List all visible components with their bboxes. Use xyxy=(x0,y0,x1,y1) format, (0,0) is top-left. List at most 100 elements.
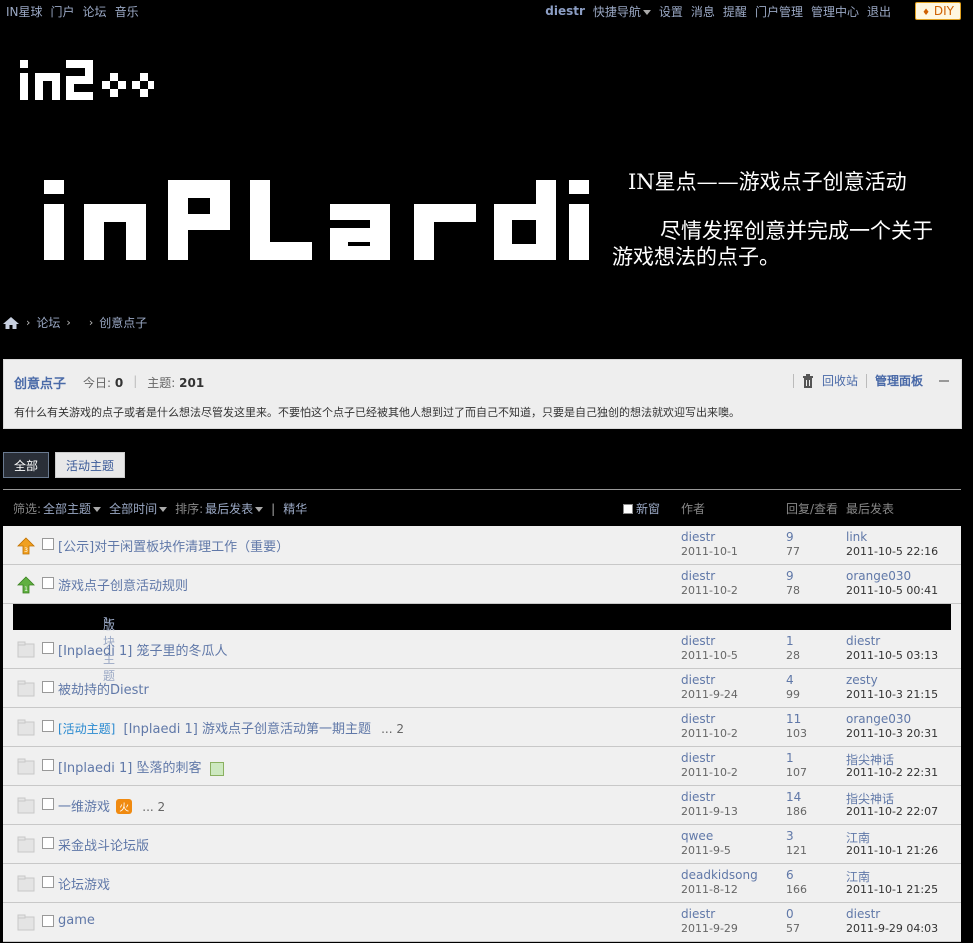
thread-author[interactable]: diestr xyxy=(681,569,715,583)
thread-title[interactable]: 论坛游戏 xyxy=(58,874,110,893)
folder-icon xyxy=(17,914,35,931)
checkbox[interactable] xyxy=(623,503,633,514)
new-window-toggle[interactable]: 新窗 xyxy=(623,500,660,517)
thread-pages[interactable]: ... 2 xyxy=(381,722,404,736)
thread-replies[interactable]: 9 xyxy=(786,569,794,583)
thread-author[interactable]: diestr xyxy=(681,712,715,726)
site-logo-small[interactable] xyxy=(20,60,155,102)
portal-admin-link[interactable]: 门户管理 xyxy=(755,3,803,20)
reminders-link[interactable]: 提醒 xyxy=(723,3,747,20)
thread-checkbox[interactable] xyxy=(42,681,54,693)
thread-checkbox[interactable] xyxy=(42,538,54,550)
last-post-user[interactable]: zesty xyxy=(846,673,878,687)
thread-title[interactable]: [公示]对于闲置板块作清理工作（重要） xyxy=(58,536,289,555)
thread-title[interactable]: [Inplaedi 1] 笼子里的冬瓜人 xyxy=(58,640,227,659)
thread-author[interactable]: diestr xyxy=(681,907,715,921)
thread-title[interactable]: 采金战斗论坛版 xyxy=(58,835,149,854)
last-post-date[interactable]: 2011-10-5 22:16 xyxy=(846,545,938,558)
table-row: 一维游戏 火 ... 2 diestr 2011-9-13 14 186 指尖神… xyxy=(3,786,961,825)
thread-replies[interactable]: 3 xyxy=(786,829,794,843)
thread-date: 2011-9-24 xyxy=(681,688,738,701)
thread-date: 2011-10-1 xyxy=(681,545,738,558)
collapse-icon[interactable] xyxy=(939,379,949,382)
thread-author[interactable]: deadkidsong xyxy=(681,868,758,882)
logout-link[interactable]: 退出 xyxy=(867,3,891,20)
last-post-date[interactable]: 2011-10-1 21:25 xyxy=(846,883,938,896)
tab-all[interactable]: 全部 xyxy=(3,452,50,478)
folder-icon xyxy=(17,758,35,775)
last-post-user[interactable]: diestr xyxy=(846,907,880,921)
last-post-user[interactable]: diestr xyxy=(846,634,880,648)
thread-author[interactable]: diestr xyxy=(681,751,715,765)
thread-views: 186 xyxy=(786,805,807,818)
digest-filter[interactable]: 精华 xyxy=(283,500,307,517)
breadcrumb-forum[interactable]: 论坛 xyxy=(36,314,60,331)
thread-author[interactable]: qwee xyxy=(681,829,713,843)
banner-description: 尽情发挥创意并完成一个关于游戏想法的点子。 xyxy=(612,219,933,269)
home-icon[interactable] xyxy=(2,316,20,330)
settings-link[interactable]: 设置 xyxy=(659,3,683,20)
thread-checkbox[interactable] xyxy=(42,577,54,589)
thread-title[interactable]: 被劫持的Diestr xyxy=(58,679,149,698)
last-post-user[interactable]: orange030 xyxy=(846,569,911,583)
admin-panel-link[interactable]: 管理面板 xyxy=(875,372,923,389)
thread-author[interactable]: diestr xyxy=(681,530,715,544)
thread-type-tag[interactable]: [活动主题] xyxy=(58,722,115,736)
thread-replies[interactable]: 9 xyxy=(786,530,794,544)
thread-replies[interactable]: 6 xyxy=(786,868,794,882)
hot-icon: 火 xyxy=(116,799,133,814)
thread-title[interactable]: game xyxy=(58,913,95,928)
diy-button[interactable]: ♦ DIY xyxy=(914,2,961,20)
thread-pages[interactable]: ... 2 xyxy=(142,800,165,814)
thread-title[interactable]: [Inplaedi 1] 坠落的刺客 xyxy=(58,761,201,776)
thread-replies[interactable]: 0 xyxy=(786,907,794,921)
filter-topics-dropdown[interactable]: 全部主题 xyxy=(43,500,102,517)
thread-checkbox[interactable] xyxy=(42,759,54,771)
filter-time-dropdown[interactable]: 全部时间 xyxy=(109,500,168,517)
thread-title[interactable]: [Inplaedi 1] 游戏点子创意活动第一期主题 xyxy=(124,722,371,737)
sort-label: 排序: xyxy=(175,502,204,516)
user-link[interactable]: diestr xyxy=(545,4,585,18)
thread-checkbox[interactable] xyxy=(42,798,54,810)
messages-link[interactable]: 消息 xyxy=(691,3,715,20)
last-post-date[interactable]: 2011-10-3 21:15 xyxy=(846,688,938,701)
thread-author[interactable]: diestr xyxy=(681,790,715,804)
thread-checkbox[interactable] xyxy=(42,642,54,654)
last-post-date[interactable]: 2011-9-29 04:03 xyxy=(846,922,938,935)
thread-replies[interactable]: 4 xyxy=(786,673,794,687)
thread-replies[interactable]: 1 xyxy=(786,634,794,648)
last-post-user[interactable]: link xyxy=(846,530,867,544)
nav-link-forum[interactable]: 论坛 xyxy=(83,3,107,20)
thread-author[interactable]: diestr xyxy=(681,634,715,648)
thread-checkbox[interactable] xyxy=(42,720,54,732)
tab-activity[interactable]: 活动主题 xyxy=(55,452,126,478)
last-post-date[interactable]: 2011-10-5 00:41 xyxy=(846,584,938,597)
thread-checkbox[interactable] xyxy=(42,837,54,849)
last-post-date[interactable]: 2011-10-2 22:07 xyxy=(846,805,938,818)
last-post-date[interactable]: 2011-10-2 22:31 xyxy=(846,766,938,779)
thread-date: 2011-8-12 xyxy=(681,883,738,896)
forum-name[interactable]: 创意点子 xyxy=(14,373,66,392)
thread-replies[interactable]: 1 xyxy=(786,751,794,765)
thread-title[interactable]: 一维游戏 xyxy=(58,800,110,815)
quick-nav-menu[interactable]: 快捷导航 xyxy=(593,3,651,20)
thread-replies[interactable]: 11 xyxy=(786,712,801,726)
thread-checkbox[interactable] xyxy=(42,915,54,927)
recycle-bin-link[interactable]: 回收站 xyxy=(822,372,858,389)
thread-checkbox[interactable] xyxy=(42,876,54,888)
thread-author[interactable]: diestr xyxy=(681,673,715,687)
top-nav-left: IN星球 门户 论坛 音乐 xyxy=(6,3,139,20)
last-post-date[interactable]: 2011-10-1 21:26 xyxy=(846,844,938,857)
nav-link-in-planet[interactable]: IN星球 xyxy=(6,3,43,20)
nav-link-portal[interactable]: 门户 xyxy=(51,3,75,20)
thread-title[interactable]: 游戏点子创意活动规则 xyxy=(58,575,188,594)
last-post-date[interactable]: 2011-10-5 03:13 xyxy=(846,649,938,662)
breadcrumb-current[interactable]: 创意点子 xyxy=(99,314,147,331)
last-post-date[interactable]: 2011-10-3 20:31 xyxy=(846,727,938,740)
refresh-icon[interactable]: ↻ xyxy=(103,616,111,627)
nav-link-music[interactable]: 音乐 xyxy=(115,3,139,20)
sort-dropdown[interactable]: 最后发表 xyxy=(205,500,264,517)
thread-replies[interactable]: 14 xyxy=(786,790,801,804)
last-post-user[interactable]: orange030 xyxy=(846,712,911,726)
admin-center-link[interactable]: 管理中心 xyxy=(811,3,859,20)
